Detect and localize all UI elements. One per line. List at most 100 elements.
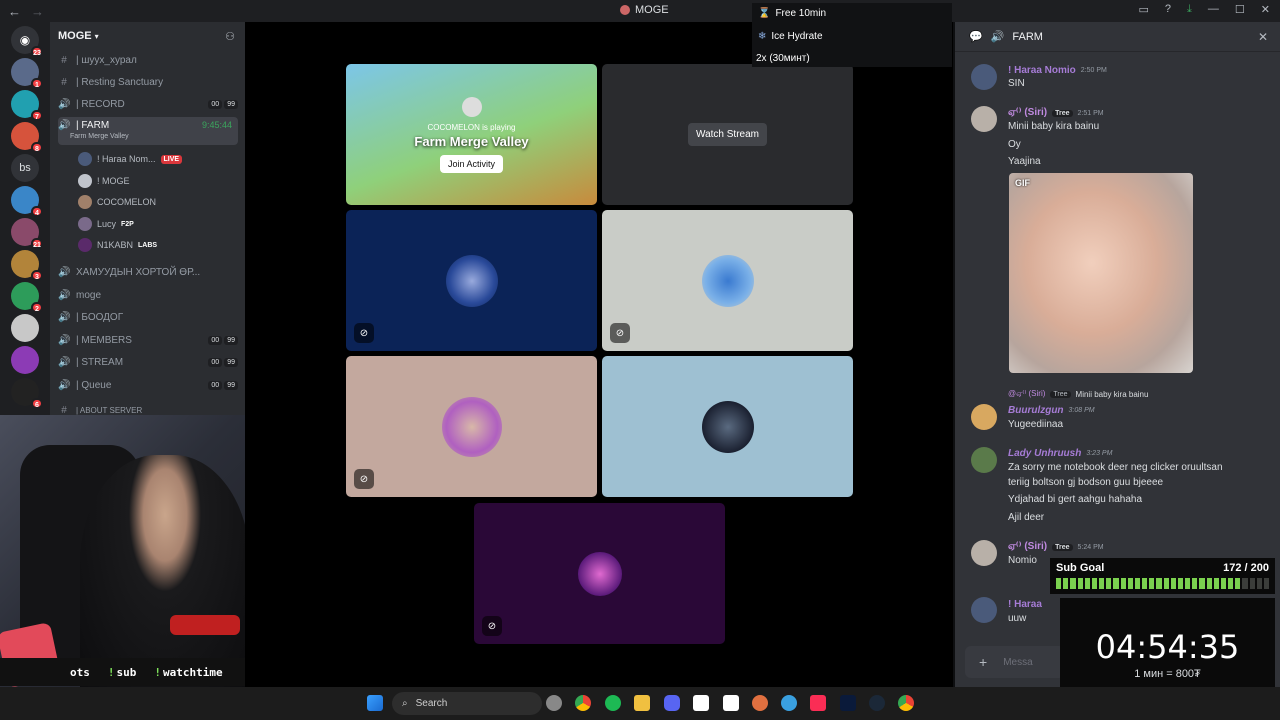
photoshop-icon[interactable] (840, 695, 856, 711)
channel-item[interactable]: 🔊 | MEMBERS 00 99 (58, 330, 238, 350)
channel-label: | RECORD (76, 98, 125, 110)
server-icon-2[interactable]: 7 (11, 90, 43, 121)
progress-segment (1070, 578, 1076, 589)
watch-stream-button[interactable]: Watch Stream (688, 123, 767, 146)
progress-segment (1185, 578, 1191, 589)
channel-item[interactable]: 🔊 | Queue 00 99 (58, 375, 238, 395)
obs-icon[interactable] (546, 695, 562, 711)
home-button[interactable]: ◉ 23 (11, 26, 43, 57)
command-sub: sub (116, 665, 137, 679)
progress-segment (1127, 578, 1133, 589)
back-arrow-icon[interactable]: ← (8, 4, 21, 19)
avatar[interactable] (971, 64, 997, 90)
activity-game-name: Farm Merge Valley (414, 133, 529, 149)
taskbar-search[interactable]: ⌕ Search (392, 692, 542, 715)
progress-segment (1063, 578, 1069, 589)
voice-user[interactable]: Lucy F2P (78, 214, 236, 234)
message-input[interactable]: + Messa (965, 646, 1065, 678)
participant-tile[interactable]: ⊘ (346, 210, 597, 351)
server-icon-9[interactable] (11, 346, 39, 374)
gif-label: GIF (1015, 178, 1030, 188)
message-author[interactable]: Lady Unhruush 3:23 PM (1008, 448, 1112, 459)
chrome-icon[interactable] (898, 695, 914, 711)
plus-icon[interactable]: + (979, 654, 987, 670)
server-icon-4[interactable]: 4 (11, 186, 43, 217)
voice-user[interactable]: ! Haraa Nom... LIVE (78, 149, 236, 169)
minimize-button[interactable]: — (1208, 3, 1219, 16)
message-text: Yugeediinaa (1008, 419, 1064, 430)
channel-label: | FARM (76, 120, 110, 131)
notion-icon[interactable] (723, 695, 739, 711)
folder-icon[interactable] (634, 695, 650, 711)
avatar[interactable] (971, 597, 997, 623)
message-author[interactable]: Buurulzgun 3:08 PM (1008, 405, 1095, 416)
server-icon-1[interactable]: 1 (11, 58, 43, 89)
add-member-icon[interactable]: ⚇ (225, 30, 235, 43)
app-icon[interactable] (752, 695, 768, 711)
progress-segment (1106, 578, 1112, 589)
reply-preview[interactable]: @ஏ⁽⁾ (Siri) Tree Minii baby kira bainu (1008, 389, 1148, 399)
server-header[interactable]: MOGE ▾ ⚇ (50, 22, 245, 50)
chrome-icon[interactable] (575, 695, 591, 711)
participant-tile[interactable]: ⊘ (602, 210, 853, 351)
capcut-icon[interactable] (693, 695, 709, 711)
forward-arrow-icon[interactable]: → (31, 4, 44, 19)
timer-item: ❄ Ice Hydrate (758, 31, 823, 42)
channel-item[interactable]: # | шууx_хурал (58, 50, 238, 70)
chat-header: 💬 🔊 FARM ✕ (955, 22, 1280, 52)
participant-tile[interactable]: ⊘ (474, 503, 725, 644)
server-icon-7[interactable]: 2 (11, 282, 43, 313)
spotify-icon[interactable] (605, 695, 621, 711)
participant-tile[interactable] (602, 356, 853, 497)
message-author[interactable]: ஏ⁽⁾ (Siri) Tree 5:24 PM (1008, 541, 1104, 553)
help-icon[interactable]: ? (1165, 3, 1171, 16)
server-icon-3[interactable]: 8 (11, 122, 43, 153)
avatar[interactable] (971, 540, 997, 566)
message-placeholder: Messa (1003, 656, 1033, 668)
channel-label: moge (76, 289, 102, 301)
avatar[interactable] (971, 447, 997, 473)
channel-label: | MEMBERS (76, 334, 132, 346)
progress-segment (1084, 578, 1090, 589)
server-icon-8[interactable] (11, 314, 39, 342)
command-watchtime: watchtime (163, 665, 223, 679)
maximize-button[interactable]: ☐ (1235, 3, 1245, 16)
activity-tile[interactable]: COCOMELON is playing Farm Merge Valley J… (346, 64, 597, 205)
server-icon-5[interactable]: 21 (11, 218, 43, 249)
discord-icon[interactable] (664, 695, 680, 711)
message-text: Ajil deer (1008, 512, 1045, 523)
close-button[interactable]: ✕ (1261, 3, 1270, 16)
channel-item-active[interactable]: 🔊 | FARM 9:45:44 Farm Merge Valley (58, 117, 238, 145)
channel-item[interactable]: 🔊 | STREAM 00 99 (58, 352, 238, 372)
user-count: 00 99 (208, 357, 238, 367)
channel-item[interactable]: 🔊 ХАМУУДЫН ХОРТОЙ ӨР... (58, 262, 238, 282)
music-icon[interactable] (810, 695, 826, 711)
steam-icon[interactable] (869, 695, 885, 711)
voice-user[interactable]: COCOMELON (78, 192, 236, 212)
join-activity-button[interactable]: Join Activity (439, 154, 504, 173)
folder-label[interactable]: bs (11, 154, 39, 182)
app-icon[interactable] (781, 695, 797, 711)
windows-start-icon[interactable] (367, 695, 383, 711)
stream-tile[interactable]: Watch Stream (602, 64, 853, 205)
speaker-icon: 🔊 (58, 98, 71, 110)
progress-segment (1263, 578, 1270, 589)
message-author[interactable]: ! Haraa (1008, 599, 1042, 610)
server-icon-6[interactable]: 3 (11, 250, 43, 281)
channel-item[interactable]: 🔊 | БООДОГ (58, 307, 238, 327)
download-icon[interactable]: ⤓ (1187, 3, 1192, 16)
channel-item[interactable]: # | Resting Sanctuary (58, 72, 238, 92)
gif-image[interactable]: GIF (1009, 173, 1193, 373)
channel-item[interactable]: 🔊 moge (58, 285, 238, 305)
message-author[interactable]: ! Haraa Nomio 2:50 PM (1008, 65, 1107, 76)
voice-user[interactable]: ! MOGE (78, 171, 236, 191)
voice-user[interactable]: N1KABN LABS (78, 235, 236, 255)
participant-tile[interactable]: ⊘ (346, 356, 597, 497)
avatar[interactable] (971, 404, 997, 430)
server-icon-10[interactable]: 6 (11, 378, 43, 409)
message-author[interactable]: ஏ⁽⁾ (Siri) Tree 2:51 PM (1008, 107, 1104, 119)
close-icon[interactable]: ✕ (1258, 30, 1268, 44)
channel-item[interactable]: 🔊 | RECORD 00 99 (58, 94, 238, 114)
avatar[interactable] (971, 106, 997, 132)
inbox-icon[interactable]: ▭ (1139, 3, 1149, 16)
